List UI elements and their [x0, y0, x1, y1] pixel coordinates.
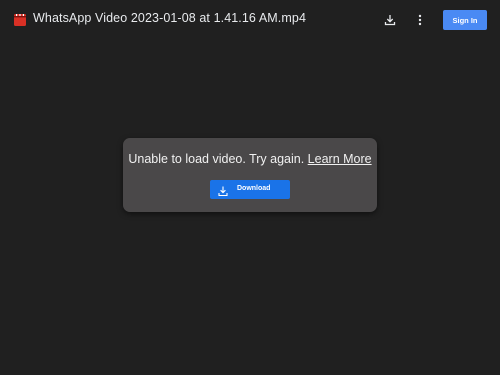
video-file-icon: [14, 13, 26, 26]
more-vert-icon[interactable]: [410, 10, 430, 30]
download-button-label: Download: [237, 185, 271, 192]
download-icon[interactable]: [380, 10, 400, 30]
video-viewer-page: WhatsApp Video 2023-01-08 at 1.41.16 AM.…: [0, 0, 500, 375]
learn-more-link[interactable]: Learn More: [308, 152, 372, 166]
top-bar: WhatsApp Video 2023-01-08 at 1.41.16 AM.…: [0, 0, 500, 40]
error-dialog: Unable to load video. Try again. Learn M…: [123, 138, 377, 212]
sign-in-button[interactable]: Sign In: [443, 10, 487, 30]
file-title: WhatsApp Video 2023-01-08 at 1.41.16 AM.…: [33, 11, 306, 25]
error-message: Unable to load video. Try again.: [128, 152, 305, 166]
download-icon: [218, 184, 228, 197]
error-message-line: Unable to load video. Try again. Learn M…: [123, 152, 377, 166]
download-button[interactable]: Download: [210, 180, 290, 199]
